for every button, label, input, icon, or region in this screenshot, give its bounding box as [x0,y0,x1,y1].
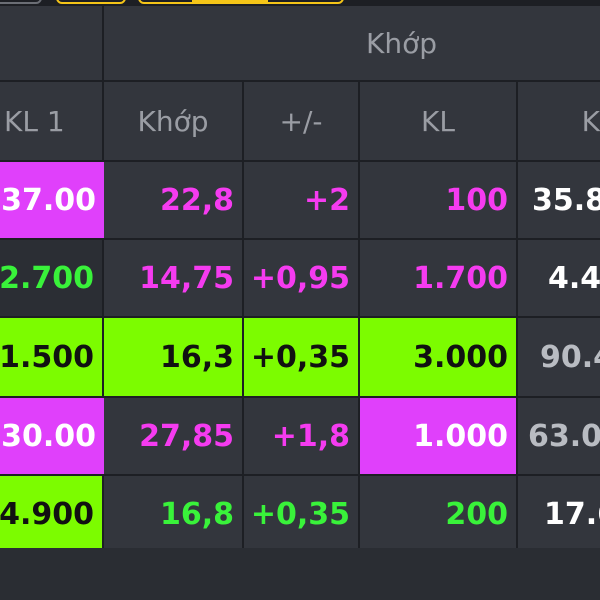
cell-kl: 1.000 [360,398,518,476]
header-group-row: Khớp [0,6,600,82]
cell-kl: 100 [360,162,518,240]
price-board: Khớp KL 1 Khớp +/- KL K 337.00 22,8 +2 1… [0,0,600,600]
filter-toggle-1[interactable] [0,0,42,4]
segment-control[interactable] [138,0,344,4]
cell-kl1: 337.00 [0,162,104,240]
cell-khop: 22,8 [104,162,244,240]
cell-kl: 3.000 [360,318,518,398]
cell-khop: 16,8 [104,476,244,554]
cell-khop: 14,75 [104,240,244,318]
column-header-kl[interactable]: KL [360,82,518,162]
header-group-khop: Khớp [104,6,600,82]
cell-change: +1,8 [244,398,360,476]
cell-khop: 27,85 [104,398,244,476]
cell-k: 90.4 [518,318,600,398]
cell-kl: 200 [360,476,518,554]
header-columns-row: KL 1 Khớp +/- KL K [0,82,600,162]
column-header-k[interactable]: K [518,82,600,162]
header-group-spacer [0,6,104,82]
cell-kl1: 4.900 [0,476,104,554]
table-row[interactable]: 12.700 14,75 +0,95 1.700 4.4 [0,240,600,318]
filter-toggle-2[interactable] [56,0,126,4]
column-header-kl1[interactable]: KL 1 [0,82,104,162]
cell-kl1: 30.00 [0,398,104,476]
cell-k: 35.8 [518,162,600,240]
table-row[interactable]: 30.00 27,85 +1,8 1.000 63.0 [0,398,600,476]
cell-change: +2 [244,162,360,240]
cell-k: 4.4 [518,240,600,318]
cell-khop: 16,3 [104,318,244,398]
segment-selected[interactable] [192,0,268,2]
cell-change: +0,35 [244,318,360,398]
cell-change: +0,95 [244,240,360,318]
table-row[interactable]: 337.00 22,8 +2 100 35.8 [0,162,600,240]
bottom-bar [0,548,600,600]
cell-change: +0,35 [244,476,360,554]
cell-kl1: 12.700 [0,240,104,318]
column-header-change[interactable]: +/- [244,82,360,162]
cell-k: 63.0 [518,398,600,476]
column-header-khop[interactable]: Khớp [104,82,244,162]
table-row[interactable]: 4.900 16,8 +0,35 200 17.6 [0,476,600,554]
cell-kl1: 01.500 [0,318,104,398]
table-row[interactable]: 01.500 16,3 +0,35 3.000 90.4 [0,318,600,398]
cell-kl: 1.700 [360,240,518,318]
cell-k: 17.6 [518,476,600,554]
